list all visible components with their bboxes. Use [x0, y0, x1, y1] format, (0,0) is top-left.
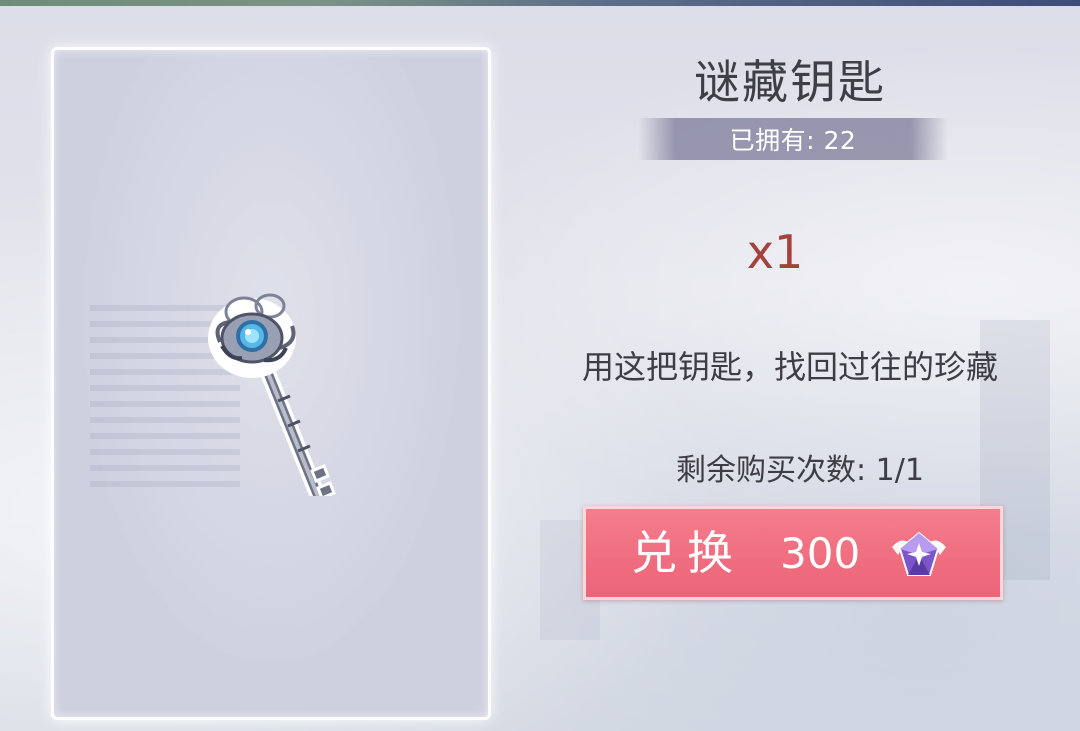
owned-count-banner: 已拥有: 22 [638, 118, 948, 160]
remaining-purchases: 剩余购买次数: 1/1 [676, 453, 924, 488]
key-icon [208, 293, 336, 496]
exchange-label: 兑换 [631, 526, 743, 580]
owned-count: 已拥有: 22 [729, 126, 857, 155]
top-strip [0, 0, 1080, 6]
exchange-button[interactable]: 兑换 300 [583, 506, 1003, 600]
item-description: 用这把钥匙，找回过往的珍藏 [581, 348, 998, 386]
item-card [51, 47, 491, 720]
item-quantity: x1 [746, 225, 804, 279]
exchange-price: 300 [780, 529, 861, 578]
item-title: 谜藏钥匙 [694, 55, 886, 109]
purple-gem-icon [892, 531, 946, 576]
